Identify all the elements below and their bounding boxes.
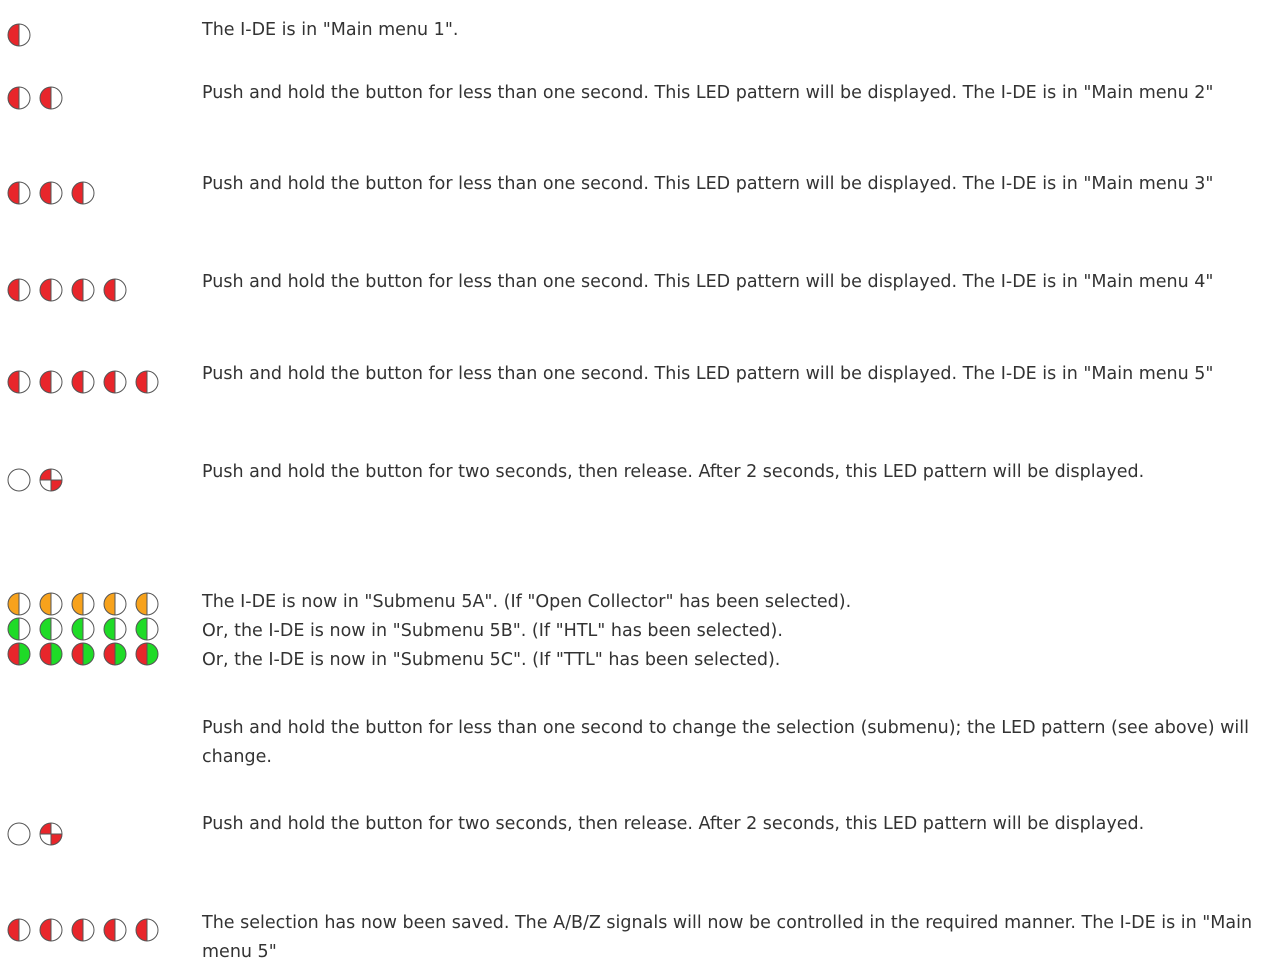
step-description: The I-DE is in "Main menu 1". bbox=[202, 16, 1254, 45]
led-half-red-icon bbox=[71, 278, 95, 302]
led-pattern-row bbox=[7, 468, 63, 492]
step-description: The selection has now been saved. The A/… bbox=[202, 909, 1254, 967]
led-half-red-icon bbox=[7, 23, 31, 47]
description-line: The selection has now been saved. The A/… bbox=[202, 913, 1258, 962]
led-half-green-icon bbox=[103, 617, 127, 641]
led-red-green-icon bbox=[71, 642, 95, 666]
led-half-red-icon bbox=[71, 370, 95, 394]
description-line: Push and hold the button for less than o… bbox=[202, 83, 1214, 103]
led-half-orange-icon bbox=[135, 592, 159, 616]
led-half-orange-icon bbox=[7, 592, 31, 616]
led-half-red-icon bbox=[39, 278, 63, 302]
led-half-orange-icon bbox=[103, 592, 127, 616]
step-description: Push and hold the button for two seconds… bbox=[202, 810, 1254, 839]
led-pattern-row bbox=[7, 86, 63, 110]
led-half-red-icon bbox=[135, 918, 159, 942]
description-line: Push and hold the button for less than o… bbox=[202, 174, 1214, 194]
description-line: Push and hold the button for two seconds… bbox=[202, 462, 1145, 482]
led-pattern-row bbox=[7, 23, 31, 47]
led-pattern bbox=[7, 592, 159, 667]
led-half-green-icon bbox=[71, 617, 95, 641]
led-pattern bbox=[7, 86, 63, 111]
led-pattern-row bbox=[7, 822, 63, 846]
led-red-green-icon bbox=[7, 642, 31, 666]
led-half-green-icon bbox=[7, 617, 31, 641]
description-line: Or, the I-DE is now in "Submenu 5B". (If… bbox=[202, 621, 783, 641]
led-pattern-row bbox=[7, 617, 159, 641]
led-red-green-icon bbox=[135, 642, 159, 666]
led-pattern bbox=[7, 23, 31, 48]
led-pattern bbox=[7, 822, 63, 847]
step-description: Push and hold the button for less than o… bbox=[202, 170, 1254, 199]
description-line: Or, the I-DE is now in "Submenu 5C". (If… bbox=[202, 650, 781, 670]
description-line: Push and hold the button for less than o… bbox=[202, 364, 1214, 384]
led-pattern bbox=[7, 918, 159, 943]
led-half-red-icon bbox=[39, 181, 63, 205]
led-off-icon bbox=[7, 468, 31, 492]
led-pattern bbox=[7, 370, 159, 395]
led-half-red-icon bbox=[103, 278, 127, 302]
led-half-red-icon bbox=[135, 370, 159, 394]
led-half-red-icon bbox=[39, 370, 63, 394]
led-half-red-icon bbox=[7, 918, 31, 942]
led-pattern-row bbox=[7, 181, 95, 205]
led-quarter-red-icon bbox=[39, 822, 63, 846]
description-line: The I-DE is in "Main menu 1". bbox=[202, 20, 459, 40]
led-pattern bbox=[7, 468, 63, 493]
description-line: Push and hold the button for less than o… bbox=[202, 718, 1255, 767]
description-line: Push and hold the button for less than o… bbox=[202, 272, 1214, 292]
led-pattern-row bbox=[7, 278, 127, 302]
led-quarter-red-icon bbox=[39, 468, 63, 492]
led-pattern-row bbox=[7, 592, 159, 616]
led-half-red-icon bbox=[7, 86, 31, 110]
step-description: Push and hold the button for less than o… bbox=[202, 360, 1254, 389]
led-half-green-icon bbox=[39, 617, 63, 641]
led-half-red-icon bbox=[7, 181, 31, 205]
led-half-red-icon bbox=[7, 278, 31, 302]
led-red-green-icon bbox=[39, 642, 63, 666]
led-half-red-icon bbox=[7, 370, 31, 394]
led-pattern-row bbox=[7, 642, 159, 666]
led-half-orange-icon bbox=[71, 592, 95, 616]
led-red-green-icon bbox=[103, 642, 127, 666]
led-half-orange-icon bbox=[39, 592, 63, 616]
step-description: Push and hold the button for less than o… bbox=[202, 79, 1254, 108]
step-description: Push and hold the button for two seconds… bbox=[202, 458, 1254, 487]
led-pattern-row bbox=[7, 370, 159, 394]
led-half-red-icon bbox=[39, 86, 63, 110]
step-description: Push and hold the button for less than o… bbox=[202, 268, 1254, 297]
led-half-red-icon bbox=[103, 918, 127, 942]
led-pattern bbox=[7, 181, 95, 206]
led-half-green-icon bbox=[135, 617, 159, 641]
led-half-red-icon bbox=[39, 918, 63, 942]
description-line: The I-DE is now in "Submenu 5A". (If "Op… bbox=[202, 592, 852, 612]
led-half-red-icon bbox=[71, 918, 95, 942]
led-pattern bbox=[7, 278, 127, 303]
step-description: The I-DE is now in "Submenu 5A". (If "Op… bbox=[202, 588, 1254, 675]
led-pattern-row bbox=[7, 918, 159, 942]
led-half-red-icon bbox=[103, 370, 127, 394]
description-line: Push and hold the button for two seconds… bbox=[202, 814, 1145, 834]
led-off-icon bbox=[7, 822, 31, 846]
step-description: Push and hold the button for less than o… bbox=[202, 714, 1254, 772]
led-half-red-icon bbox=[71, 181, 95, 205]
